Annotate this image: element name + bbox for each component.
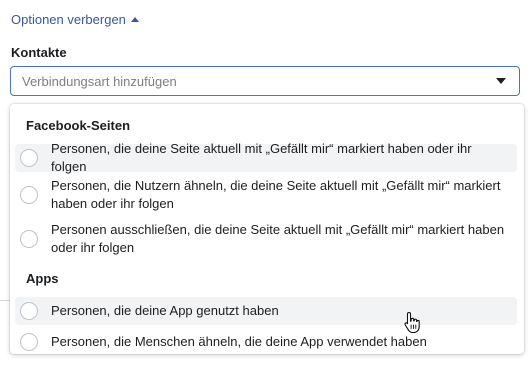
option-label: Personen, die Menschen ähneln, die deine… [51,334,427,349]
radio-button[interactable] [20,149,38,167]
caret-up-icon [130,16,139,22]
dropdown-arrow-icon[interactable] [496,78,506,84]
option-page-likers[interactable]: Personen, die deine Seite aktuell mit „G… [15,141,517,174]
option-exclude-page-likers[interactable]: Personen ausschließen, die deine Seite a… [15,220,517,258]
hand-pointer-cursor-icon [404,311,420,333]
hide-options-link[interactable]: Optionen verbergen [11,12,139,27]
option-label: Personen ausschließen, die deine Seite a… [51,222,505,255]
background-divider [0,300,10,301]
option-app-users[interactable]: Personen, die deine App genutzt haben [15,297,517,325]
connection-type-select[interactable]: Verbindungsart hinzufügen [10,66,520,96]
option-page-likers-lookalike[interactable]: Personen, die Nutzern ähneln, die deine … [15,176,517,214]
option-label: Personen, die deine App genutzt haben [51,303,279,318]
radio-button[interactable] [20,230,38,248]
connection-type-dropdown-menu: Facebook-Seiten Personen, die deine Seit… [10,104,524,354]
connection-type-placeholder: Verbindungsart hinzufügen [22,73,177,89]
hide-options-label: Optionen verbergen [11,12,126,27]
option-app-users-lookalike[interactable]: Personen, die Menschen ähneln, die deine… [15,328,517,354]
radio-button[interactable] [20,186,38,204]
radio-button[interactable] [20,302,38,320]
option-label: Personen, die deine Seite aktuell mit „G… [51,141,472,174]
contacts-label: Kontakte [11,45,67,60]
option-label: Personen, die Nutzern ähneln, die deine … [51,178,501,211]
radio-button[interactable] [20,333,38,351]
group-heading-apps: Apps [26,271,59,286]
group-heading-facebook-pages: Facebook-Seiten [26,118,131,133]
